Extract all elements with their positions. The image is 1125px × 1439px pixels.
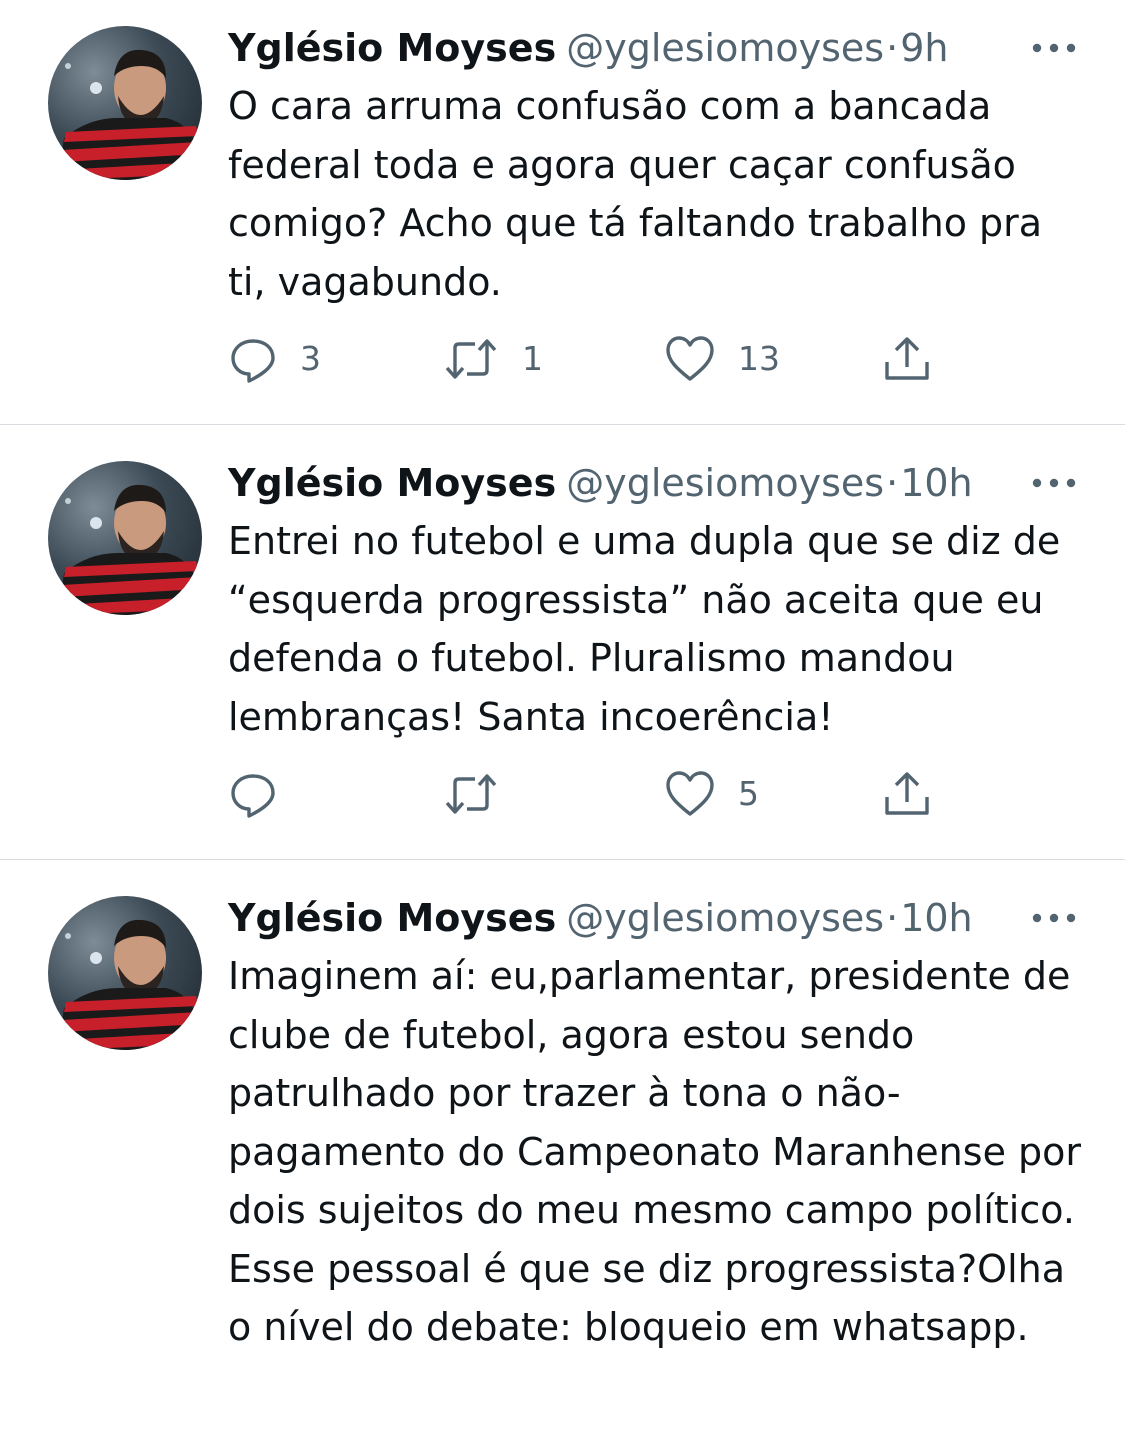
avatar[interactable] bbox=[48, 461, 202, 615]
tweet-text: O cara arruma confusão com a bancada fed… bbox=[228, 84, 1055, 304]
share-icon bbox=[885, 337, 929, 380]
timestamp[interactable]: 10h bbox=[900, 896, 972, 940]
share-button[interactable] bbox=[882, 764, 932, 824]
retweet-button[interactable] bbox=[442, 764, 522, 824]
avatar[interactable] bbox=[48, 896, 202, 1050]
retweet-button[interactable]: 1 bbox=[442, 329, 543, 389]
reply-icon bbox=[231, 339, 275, 383]
tweet-header: Yglésio Moyses @yglesiomoyses·9h bbox=[228, 20, 1108, 76]
like-icon bbox=[666, 336, 714, 381]
share-button[interactable] bbox=[882, 329, 932, 389]
like-icon bbox=[666, 771, 714, 816]
tweet-text: Entrei no futebol e uma dupla que se diz… bbox=[228, 519, 1073, 739]
retweet-icon bbox=[445, 774, 497, 814]
author-handle[interactable]: @yglesiomoyses bbox=[566, 896, 884, 940]
author-name[interactable]: Yglésio Moyses bbox=[228, 461, 556, 505]
reply-button[interactable]: 3 bbox=[228, 329, 321, 389]
retweet-count: 1 bbox=[522, 339, 543, 378]
tweet[interactable]: Yglésio Moyses @yglesiomoyses·10h Entrei … bbox=[0, 435, 1125, 859]
like-button[interactable]: 13 bbox=[664, 329, 780, 389]
divider bbox=[0, 859, 1125, 860]
reply-icon bbox=[231, 774, 275, 818]
tweet-text: Imaginem aí: eu,parlamentar, presidente … bbox=[228, 954, 1094, 1349]
author-name[interactable]: Yglésio Moyses bbox=[228, 896, 556, 940]
tweet[interactable]: Yglésio Moyses @yglesiomoyses·9h O cara a… bbox=[0, 0, 1125, 424]
author-handle[interactable]: @yglesiomoyses bbox=[566, 461, 884, 505]
like-count: 13 bbox=[738, 339, 780, 378]
more-icon[interactable] bbox=[1028, 902, 1080, 934]
divider bbox=[0, 424, 1125, 425]
tweet-actions: 3 1 13 bbox=[228, 329, 948, 389]
share-icon bbox=[885, 772, 929, 815]
tweet-actions: 5 bbox=[228, 764, 948, 824]
like-button[interactable]: 5 bbox=[664, 764, 759, 824]
author-name[interactable]: Yglésio Moyses bbox=[228, 26, 556, 70]
author-handle[interactable]: @yglesiomoyses bbox=[566, 26, 884, 70]
retweet-icon bbox=[445, 339, 497, 379]
like-count: 5 bbox=[738, 774, 759, 813]
reply-count: 3 bbox=[300, 339, 321, 378]
timestamp[interactable]: 10h bbox=[900, 461, 972, 505]
timestamp[interactable]: 9h bbox=[900, 26, 948, 70]
more-icon[interactable] bbox=[1028, 467, 1080, 499]
separator-dot: · bbox=[886, 896, 899, 940]
more-icon[interactable] bbox=[1028, 32, 1080, 64]
separator-dot: · bbox=[886, 26, 899, 70]
tweet[interactable]: Yglésio Moyses @yglesiomoyses·10h Imagine… bbox=[0, 870, 1125, 1439]
separator-dot: · bbox=[886, 461, 899, 505]
tweet-header: Yglésio Moyses @yglesiomoyses·10h bbox=[228, 455, 1108, 511]
reply-button[interactable] bbox=[228, 764, 300, 824]
avatar[interactable] bbox=[48, 26, 202, 180]
tweet-header: Yglésio Moyses @yglesiomoyses·10h bbox=[228, 890, 1108, 946]
